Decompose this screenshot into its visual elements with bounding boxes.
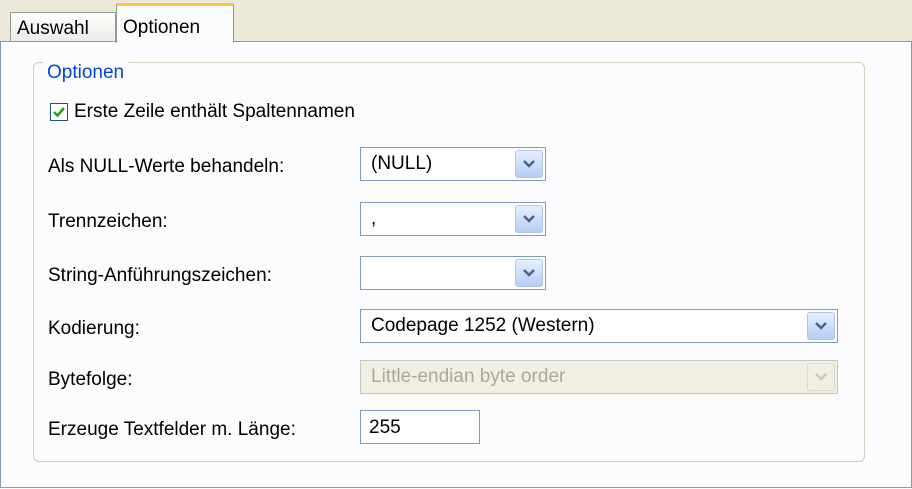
null-values-label: Als NULL-Werte behandeln: <box>48 156 285 177</box>
byte-order-dropdown: Little-endian byte order <box>360 360 838 394</box>
encoding-dropdown-button[interactable] <box>807 312 835 340</box>
first-row-header-label[interactable]: Erste Zeile enthält Spaltennamen <box>74 101 355 123</box>
tab-auswahl[interactable]: Auswahl <box>10 12 116 42</box>
chevron-down-icon <box>523 160 535 168</box>
tab-strip: Auswahl Optionen <box>0 0 912 43</box>
chevron-down-icon <box>523 215 535 223</box>
options-group-title: Optionen <box>43 62 129 84</box>
byte-order-label: Bytefolge: <box>48 369 133 390</box>
null-values-dropdown[interactable]: (NULL) <box>360 147 546 181</box>
separator-dropdown-button[interactable] <box>515 205 543 233</box>
text-length-input[interactable]: 255 <box>360 410 480 444</box>
chevron-down-icon <box>815 373 827 381</box>
encoding-dropdown[interactable]: Codepage 1252 (Western) <box>360 309 838 343</box>
chevron-down-icon <box>523 269 535 277</box>
string-quote-dropdown-button[interactable] <box>515 259 543 287</box>
byte-order-value: Little-endian byte order <box>371 366 566 387</box>
text-length-label: Erzeuge Textfelder m. Länge: <box>48 419 296 440</box>
null-values-dropdown-button[interactable] <box>515 150 543 178</box>
text-length-value: 255 <box>369 417 401 438</box>
byte-order-dropdown-button <box>807 363 835 391</box>
string-quote-label: String-Anführungszeichen: <box>48 265 272 286</box>
tab-optionen[interactable]: Optionen <box>116 3 234 43</box>
encoding-label: Kodierung: <box>48 318 140 339</box>
separator-value: , <box>371 208 377 229</box>
checkmark-icon <box>53 107 65 118</box>
null-values-value: (NULL) <box>371 153 433 174</box>
first-row-header-checkbox[interactable] <box>50 103 68 121</box>
separator-dropdown[interactable]: , <box>360 202 546 236</box>
string-quote-dropdown[interactable] <box>360 256 546 290</box>
separator-label: Trennzeichen: <box>48 211 168 232</box>
chevron-down-icon <box>815 322 827 330</box>
encoding-value: Codepage 1252 (Western) <box>371 315 595 336</box>
